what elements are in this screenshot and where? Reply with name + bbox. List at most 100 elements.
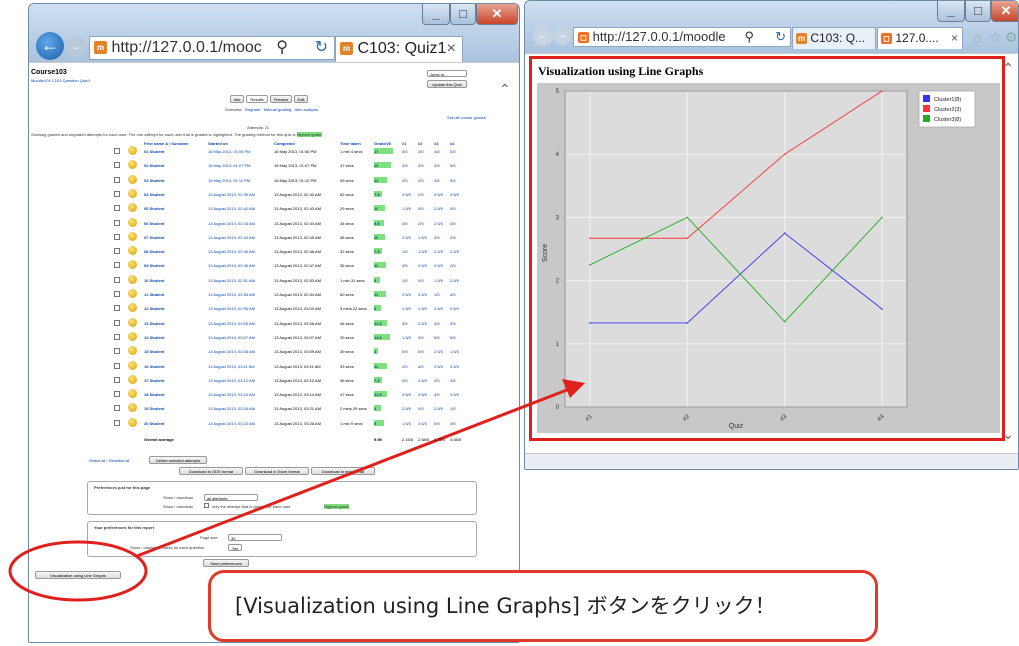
row-checkbox[interactable] xyxy=(114,419,120,426)
question-score[interactable]: 2/5 xyxy=(418,192,424,197)
row-checkbox[interactable] xyxy=(114,319,120,326)
question-score[interactable]: 5/5 xyxy=(450,163,456,168)
student-name[interactable]: 05 Student xyxy=(144,206,204,211)
grade-value[interactable]: 10 xyxy=(374,235,378,240)
question-score[interactable]: 3/5 xyxy=(402,321,408,326)
save-preferences-button[interactable]: Save preferences xyxy=(203,559,249,567)
started-on[interactable]: 13 August 2013, 03:05 AM xyxy=(208,321,272,326)
student-name[interactable]: 10 Student xyxy=(144,278,204,283)
grade-value[interactable]: 9.5 xyxy=(374,221,380,226)
question-score[interactable]: 4/5 xyxy=(434,321,440,326)
download-excel-button[interactable]: Download in Excel format xyxy=(245,467,309,475)
right-address-bar[interactable]: ◻ http://127.0.0.1/moodle ⚲ ↻ xyxy=(573,27,791,47)
tab-127[interactable]: ◻ 127.0.... × xyxy=(877,27,963,49)
question-score[interactable]: 1/5 xyxy=(434,292,440,297)
question-score[interactable]: 0/5 xyxy=(434,421,440,426)
question-score[interactable]: 3/5 xyxy=(434,178,440,183)
question-score[interactable]: 2.5/5 xyxy=(434,206,443,211)
student-name[interactable]: 20 Student xyxy=(144,421,204,426)
question-score[interactable]: 3/5 xyxy=(402,163,408,168)
visualization-line-graphs-button[interactable]: Visualization using Line Graphs xyxy=(35,571,121,579)
question-score[interactable]: 1.5/5 xyxy=(434,278,443,283)
col-completed[interactable]: Completed xyxy=(274,141,334,146)
student-name[interactable]: 14 Student xyxy=(144,335,204,340)
grade-value[interactable]: 11 xyxy=(374,263,378,268)
started-on[interactable]: 13 August 2013, 03:13 AM xyxy=(208,392,272,397)
question-score[interactable]: 3.5/5 xyxy=(450,364,459,369)
col-name[interactable]: First name A / Surname xyxy=(144,141,204,146)
question-score[interactable]: 2/5 xyxy=(418,178,424,183)
grade-value[interactable]: 12 xyxy=(374,178,378,183)
forward-button[interactable]: → xyxy=(553,27,571,45)
search-icon[interactable]: ⚲ xyxy=(276,37,288,59)
grade-value[interactable]: 11.5 xyxy=(374,392,382,397)
breadcrumb[interactable]: Moodle101 C103 Question Quiz1 xyxy=(31,78,90,83)
question-score[interactable]: 2.5/5 xyxy=(434,349,443,354)
question-score[interactable]: 0/5 xyxy=(418,349,424,354)
home-icon[interactable]: ⌂ xyxy=(973,29,981,45)
row-checkbox[interactable] xyxy=(114,148,120,154)
question-score[interactable]: 1/5 xyxy=(450,406,456,411)
student-name[interactable]: 03 Student xyxy=(144,178,204,183)
row-checkbox[interactable] xyxy=(114,176,120,183)
question-score[interactable]: 2.5/5 xyxy=(402,392,411,397)
question-score[interactable]: 4/5 xyxy=(402,263,408,268)
question-score[interactable]: 3/5 xyxy=(418,335,424,340)
show-download-select[interactable]: all attempts xyxy=(204,494,258,501)
refresh-icon[interactable]: ↻ xyxy=(775,28,786,46)
question-score[interactable]: 5/5 xyxy=(450,335,456,340)
tab-preview[interactable]: Preview xyxy=(270,95,292,103)
question-score[interactable]: 1.5/5 xyxy=(402,206,411,211)
settings-icon[interactable]: ⚙ xyxy=(1005,29,1018,46)
question-score[interactable]: 2.5/5 xyxy=(402,235,411,240)
started-on[interactable]: 13 August 2013, 02:44 AM xyxy=(208,235,272,240)
student-name[interactable]: 16 Student xyxy=(144,364,204,369)
row-checkbox[interactable] xyxy=(114,348,120,355)
row-checkbox[interactable] xyxy=(114,376,120,383)
started-on[interactable]: 13 August 2013, 02:42 AM xyxy=(208,206,272,211)
started-on[interactable]: 16 May 2013, 01:11 PM xyxy=(208,178,272,183)
tab-quiz1[interactable]: m C103: Quiz1 × xyxy=(335,36,463,62)
started-on[interactable]: 13 August 2013, 03:08 AM xyxy=(208,349,272,354)
back-button[interactable]: ← xyxy=(36,32,64,60)
subtab-item-analysis[interactable]: Item analysis xyxy=(295,107,318,112)
maximize-button[interactable]: □ xyxy=(965,1,991,22)
started-on[interactable]: 13 August 2013, 03:23 AM xyxy=(208,421,272,426)
question-score[interactable]: 2.5/5 xyxy=(434,221,443,226)
question-score[interactable]: 3/5 xyxy=(418,206,424,211)
question-score[interactable]: 1.5/5 xyxy=(450,349,459,354)
download-text-button[interactable]: Download in text format xyxy=(311,467,375,475)
tab-c103[interactable]: m C103: Q... xyxy=(792,27,876,49)
subtab-overview[interactable]: Overview xyxy=(225,107,242,112)
row-checkbox[interactable] xyxy=(114,362,120,369)
question-score[interactable]: 2/5 xyxy=(434,378,440,383)
student-name[interactable]: 07 Student xyxy=(144,235,204,240)
search-icon[interactable]: ⚲ xyxy=(744,28,754,46)
question-score[interactable]: 2.5/5 xyxy=(434,306,443,311)
row-checkbox[interactable] xyxy=(114,262,120,269)
question-score[interactable]: 2.5/5 xyxy=(434,406,443,411)
jump-to-select[interactable]: Jump to... xyxy=(427,70,467,77)
row-checkbox[interactable] xyxy=(114,233,120,240)
question-score[interactable]: 2.5/5 xyxy=(418,263,427,268)
started-on[interactable]: 13 August 2013, 02:53 AM xyxy=(208,292,272,297)
row-checkbox[interactable] xyxy=(114,190,120,197)
started-on[interactable]: 13 August 2013, 03:11 AM xyxy=(208,364,272,369)
col-time[interactable]: Time taken xyxy=(340,141,370,146)
grade-value[interactable]: 14.5 xyxy=(374,335,382,340)
row-checkbox[interactable] xyxy=(114,219,120,226)
question-score[interactable]: 3/5 xyxy=(418,149,424,154)
grade-value[interactable]: 12 xyxy=(374,364,378,369)
question-score[interactable]: 3/5 xyxy=(434,392,440,397)
question-score[interactable]: 2/5 xyxy=(450,235,456,240)
question-score[interactable]: 0/5 xyxy=(402,349,408,354)
minimize-button[interactable]: _ xyxy=(422,4,450,25)
row-checkbox[interactable] xyxy=(114,291,120,297)
question-score[interactable]: 5/5 xyxy=(450,178,456,183)
question-score[interactable]: 5/5 xyxy=(402,149,408,154)
grade-value[interactable]: 7.5 xyxy=(374,378,380,383)
col-q1[interactable]: #1 xyxy=(402,141,414,146)
started-on[interactable]: 13 August 2013, 02:46 AM xyxy=(208,263,272,268)
started-on[interactable]: 13 August 2013, 03:12 AM xyxy=(208,378,272,383)
download-ods-button[interactable]: Download in ODS format xyxy=(179,467,243,475)
